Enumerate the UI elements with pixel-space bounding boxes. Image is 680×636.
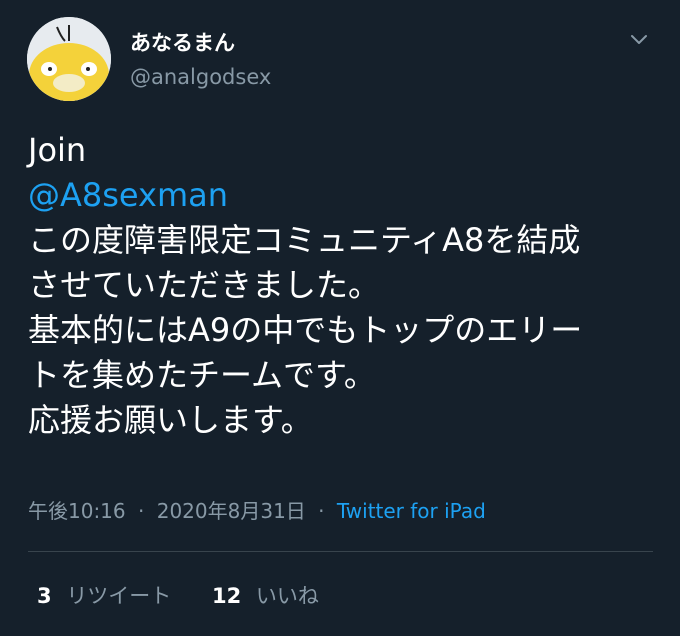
tweet-text-line: させていただきました。: [28, 266, 381, 304]
meta-separator: ·: [138, 499, 145, 523]
retweets-stat[interactable]: 3 リツイート: [37, 582, 171, 610]
tweet-date[interactable]: 2020年8月31日: [157, 499, 306, 523]
tweet-source-link[interactable]: Twitter for iPad: [337, 499, 486, 523]
mention-link[interactable]: @A8sexman: [28, 173, 668, 218]
retweets-count: 3: [37, 584, 52, 608]
tweet-text-line: Join: [28, 131, 87, 169]
tweet-time[interactable]: 午後10:16: [28, 499, 126, 523]
retweets-label: リツイート: [66, 584, 172, 608]
meta-separator: ·: [318, 499, 325, 523]
engagement-stats: 3 リツイート 12 いいね: [37, 582, 353, 610]
tweet-card: あなるまん @analgodsex Join @A8sexman この度障害限定…: [0, 0, 680, 636]
tweet-text-line: トを集めたチームです。: [28, 356, 376, 394]
display-name[interactable]: あなるまん: [130, 30, 271, 56]
tweet-text-line: 応援お願いします。: [28, 401, 313, 439]
likes-label: いいね: [255, 584, 319, 608]
likes-stat[interactable]: 12 いいね: [212, 582, 319, 610]
tweet-meta: 午後10:16 · 2020年8月31日 · Twitter for iPad: [28, 497, 486, 525]
tweet-text: Join @A8sexman この度障害限定コミュニティA8を結成 させていただ…: [28, 128, 668, 443]
likes-count: 12: [212, 584, 242, 608]
user-handle[interactable]: @analgodsex: [130, 64, 271, 90]
tweet-text-line: 基本的にはA9の中でもトップのエリー: [28, 311, 583, 349]
user-info[interactable]: あなるまん @analgodsex: [130, 30, 271, 90]
tweet-text-line: この度障害限定コミュニティA8を結成: [28, 221, 581, 259]
divider: [28, 551, 653, 552]
avatar[interactable]: [27, 17, 111, 101]
psyduck-avatar-icon: [27, 17, 111, 101]
chevron-down-icon[interactable]: [627, 27, 651, 51]
